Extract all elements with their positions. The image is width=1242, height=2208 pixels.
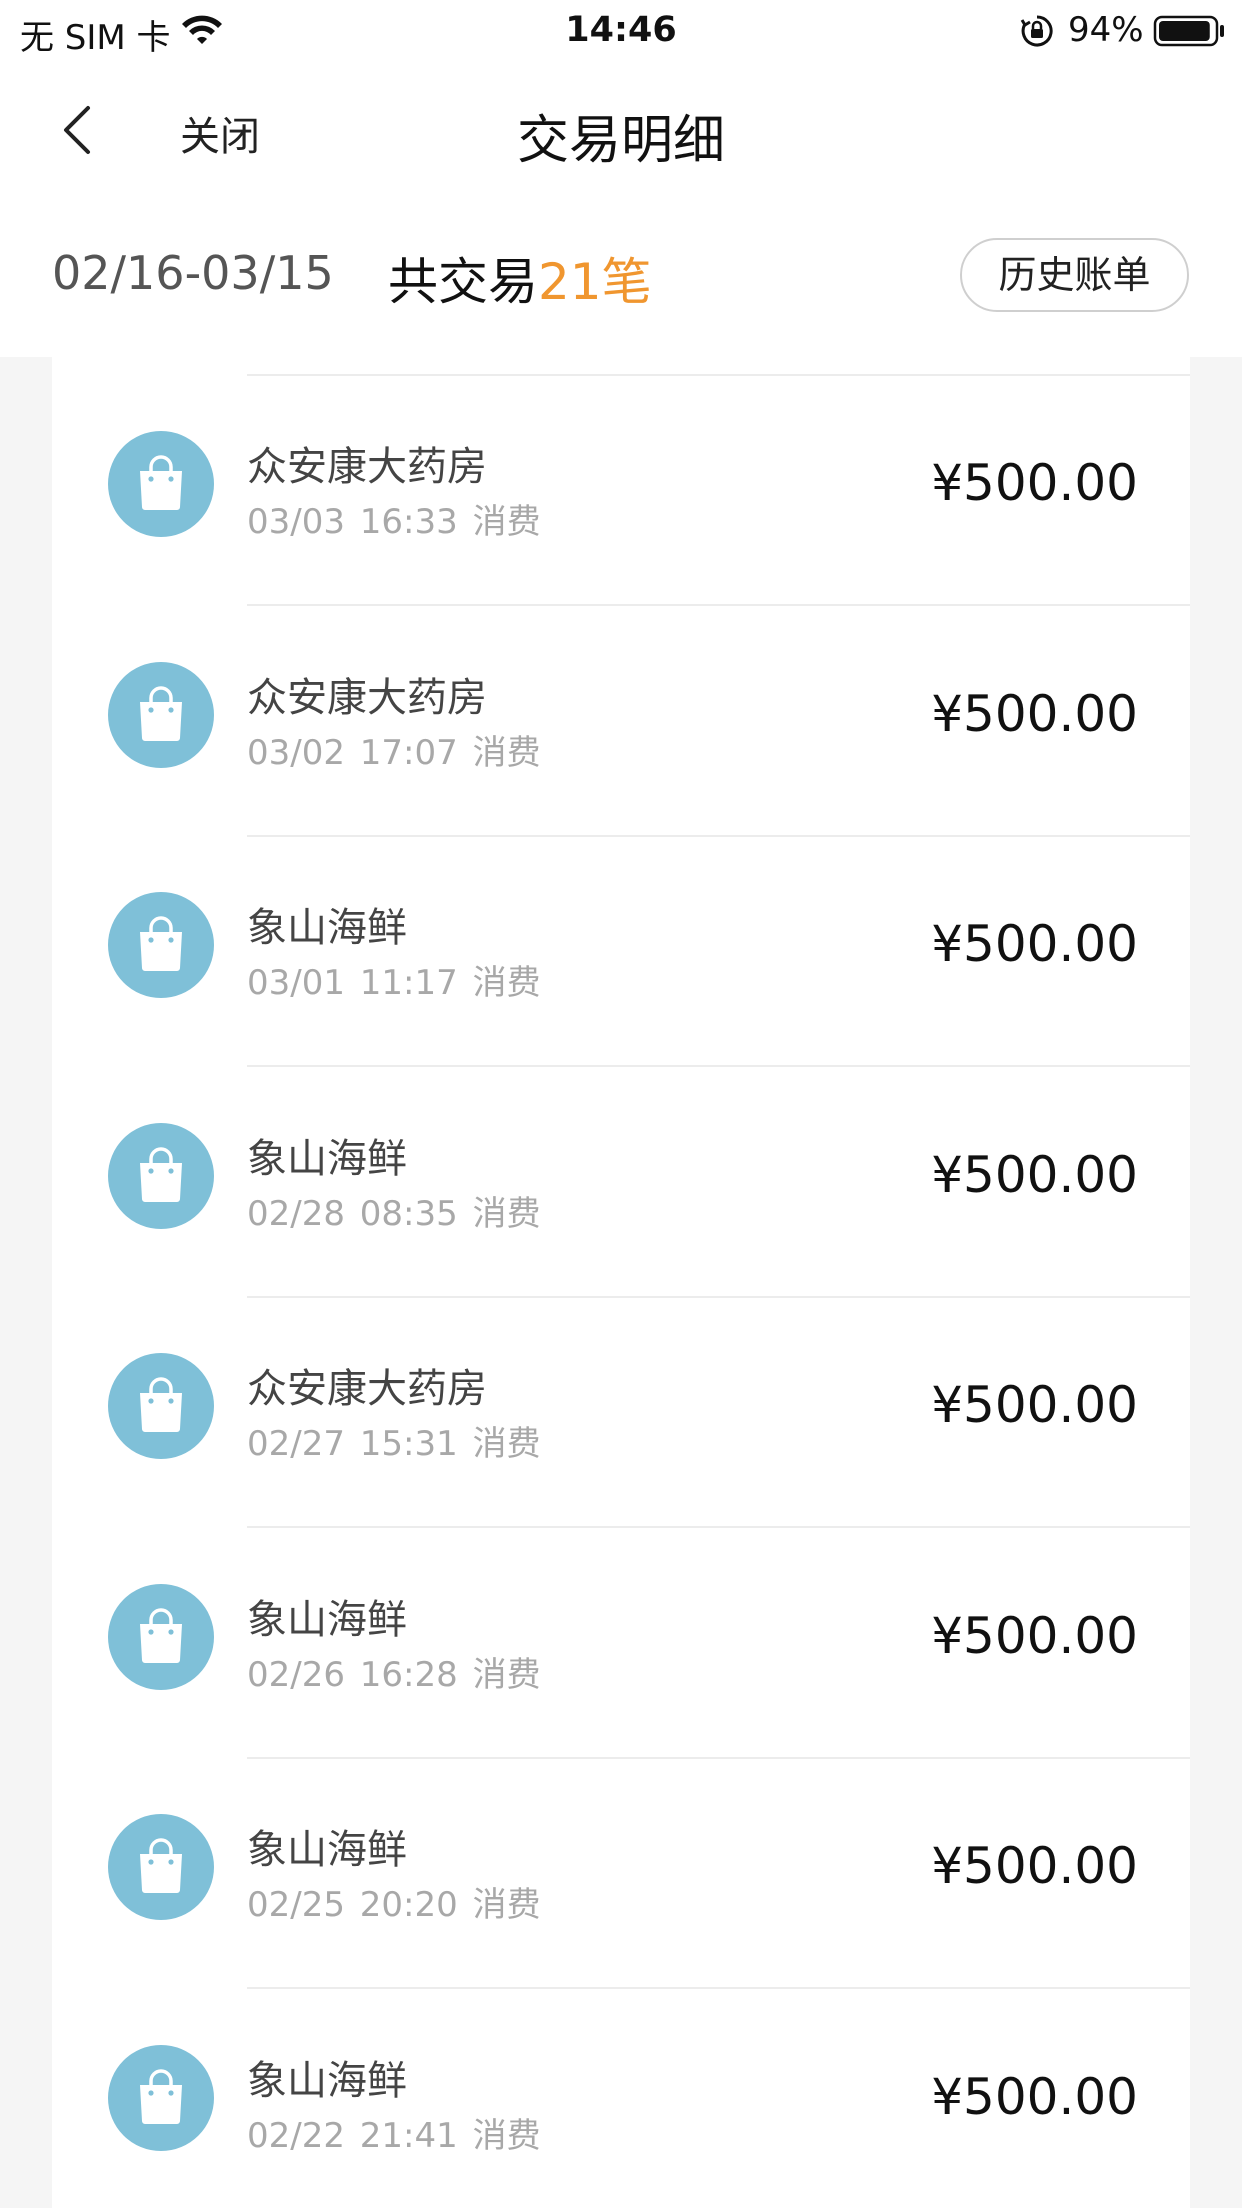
transaction-meta: 02/22 21:41 消费 xyxy=(247,2108,541,2157)
merchant-name: 象山海鲜 xyxy=(247,1596,407,1643)
history-bill-button[interactable]: 历史账单 xyxy=(960,238,1189,312)
transaction-time: 11:17 xyxy=(359,963,458,1003)
transaction-row[interactable]: 象山海鲜 02/22 21:41 消费 ¥500.00 xyxy=(52,1990,1190,2208)
transaction-meta: 03/01 11:17 消费 xyxy=(247,955,541,1004)
transaction-type: 消费 xyxy=(472,1654,541,1695)
page-title: 交易明细 xyxy=(516,111,725,171)
transaction-row[interactable]: 众安康大药房 03/02 17:07 消费 ¥500.00 xyxy=(52,607,1190,837)
shopping-bag-icon xyxy=(108,1353,214,1459)
transaction-date: 03/02 xyxy=(247,732,345,773)
battery-icon xyxy=(1153,15,1224,47)
transaction-row[interactable]: 象山海鲜 02/25 20:20 消费 ¥500.00 xyxy=(52,1759,1190,1989)
merchant-name: 象山海鲜 xyxy=(247,1135,407,1182)
date-range: 02/16-03/15 xyxy=(52,246,334,300)
transaction-date: 02/28 xyxy=(247,1193,345,1234)
transaction-time: 20:20 xyxy=(359,1885,458,1925)
transaction-type: 消费 xyxy=(472,1193,541,1234)
transaction-amount: ¥500.00 xyxy=(931,915,1138,973)
status-bar: 无 SIM 卡 14:46 94% xyxy=(0,0,1242,62)
transaction-type: 消费 xyxy=(472,732,541,773)
transaction-meta: 03/02 17:07 消费 xyxy=(247,725,541,774)
transaction-time: 17:07 xyxy=(359,732,458,773)
merchant-name: 众安康大药房 xyxy=(247,674,487,721)
shopping-bag-icon xyxy=(108,431,214,537)
transaction-date: 03/01 xyxy=(247,963,345,1003)
transaction-time: 21:41 xyxy=(359,2115,458,2156)
transaction-amount: ¥500.00 xyxy=(931,2067,1138,2126)
transaction-meta: 02/25 20:20 消费 xyxy=(247,1877,541,1926)
shopping-bag-icon xyxy=(108,1122,214,1229)
shopping-bag-icon xyxy=(108,2044,214,2151)
merchant-name: 众安康大药房 xyxy=(247,1366,487,1412)
transaction-count-value: 21笔 xyxy=(538,253,652,311)
transaction-date: 02/22 xyxy=(247,2115,345,2156)
transaction-type: 消费 xyxy=(472,1424,541,1464)
transaction-date: 02/26 xyxy=(247,1654,345,1695)
orientation-lock-icon xyxy=(1020,15,1053,47)
transaction-amount: ¥500.00 xyxy=(931,1837,1138,1895)
transaction-amount: ¥500.00 xyxy=(931,684,1138,743)
clock: 14:46 xyxy=(565,10,677,50)
merchant-name: 象山海鲜 xyxy=(247,1827,407,1873)
navigation-bar: 关闭 交易明细 xyxy=(0,62,1242,192)
transaction-row[interactable]: 众安康大药房 02/27 15:31 消费 ¥500.00 xyxy=(52,1298,1190,1528)
transaction-time: 08:35 xyxy=(359,1193,458,1234)
transaction-row[interactable]: 象山海鲜 02/26 16:28 消费 ¥500.00 xyxy=(52,1529,1190,1759)
transaction-count-prefix: 共交易 xyxy=(388,253,538,311)
transaction-amount: ¥500.00 xyxy=(931,454,1138,512)
merchant-name: 象山海鲜 xyxy=(247,905,407,951)
transaction-date: 02/25 xyxy=(247,1885,345,1925)
transaction-time: 15:31 xyxy=(359,1424,458,1464)
transaction-time: 16:33 xyxy=(359,502,458,542)
transaction-type: 消费 xyxy=(472,1885,541,1925)
transaction-type: 消费 xyxy=(472,963,541,1003)
transaction-meta: 03/03 16:33 消费 xyxy=(247,494,541,543)
shopping-bag-icon xyxy=(108,1583,214,1690)
shopping-bag-icon xyxy=(108,892,214,998)
transaction-amount: ¥500.00 xyxy=(931,1606,1138,1665)
transaction-count: 共交易21笔 xyxy=(388,242,652,314)
transaction-amount: ¥500.00 xyxy=(931,1145,1138,1204)
transaction-meta: 02/26 16:28 消费 xyxy=(247,1647,541,1696)
merchant-name: 象山海鲜 xyxy=(247,2057,407,2104)
merchant-name: 众安康大药房 xyxy=(247,444,487,490)
transaction-time: 16:28 xyxy=(359,1654,458,1695)
summary-bar: 02/16-03/15 共交易21笔 历史账单 xyxy=(0,192,1242,357)
battery-percent: 94% xyxy=(1068,10,1144,50)
transaction-date: 03/03 xyxy=(247,502,345,542)
transaction-date: 02/27 xyxy=(247,1424,345,1464)
transaction-row[interactable]: 象山海鲜 03/01 11:17 消费 ¥500.00 xyxy=(52,837,1190,1067)
transaction-row[interactable]: 众安康大药房 03/03 16:33 消费 ¥500.00 xyxy=(52,376,1190,606)
transaction-list: 众安康大药房 03/03 16:33 消费 ¥500.00 众安康大药房 03/02 1… xyxy=(52,357,1190,2208)
transaction-type: 消费 xyxy=(472,2115,541,2156)
shopping-bag-icon xyxy=(108,661,214,768)
transaction-type: 消费 xyxy=(472,502,541,542)
transaction-meta: 02/27 15:31 消费 xyxy=(247,1416,541,1465)
transaction-meta: 02/28 08:35 消费 xyxy=(247,1186,541,1235)
transaction-amount: ¥500.00 xyxy=(931,1376,1138,1434)
transaction-row[interactable]: 象山海鲜 02/28 08:35 消费 ¥500.00 xyxy=(52,1068,1190,1298)
shopping-bag-icon xyxy=(108,1814,214,1920)
